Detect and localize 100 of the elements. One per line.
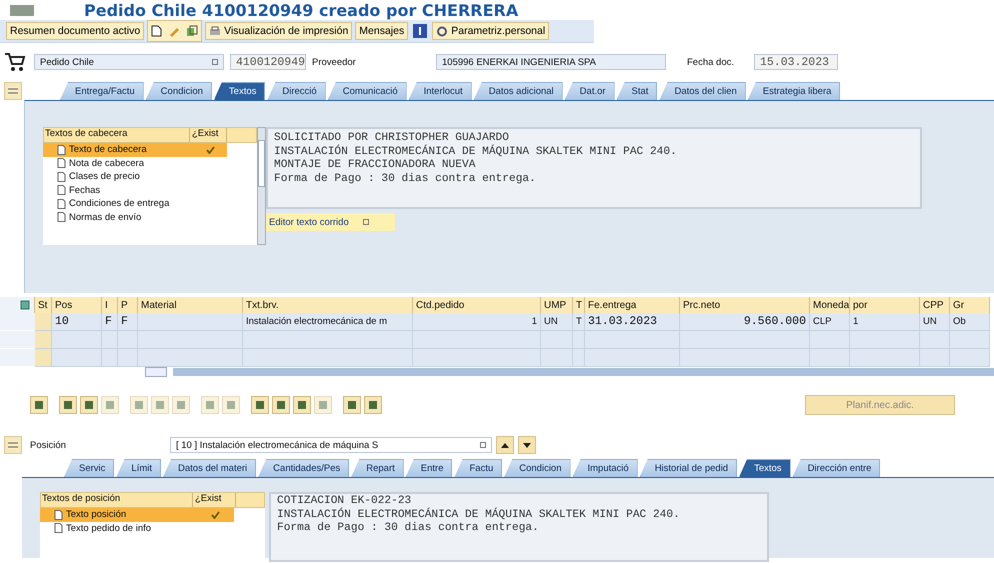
tab[interactable]: Condicion xyxy=(146,82,212,100)
column-header[interactable]: CPP xyxy=(920,297,950,313)
tab[interactable]: Dat.or xyxy=(564,82,615,100)
tab[interactable]: Textos xyxy=(739,459,791,477)
tab[interactable]: Imputació xyxy=(572,459,638,477)
tab[interactable]: Datos del materi xyxy=(163,459,256,477)
cart-icon xyxy=(4,52,26,72)
text-type-item[interactable]: Condiciones de entrega xyxy=(43,197,257,210)
column-header[interactable]: Material xyxy=(138,297,243,313)
vendor-field[interactable]: 105996 ENERKAI INGENIERIA SPA xyxy=(436,54,666,70)
tab[interactable]: Historial de pedid xyxy=(640,459,738,477)
print-preview-button[interactable]: Visualización de impresión xyxy=(205,22,352,40)
document-icon xyxy=(57,198,66,209)
window-title: Pedido Chile 4100120949 creado por CHERRERA xyxy=(84,0,518,20)
date-label: Fecha doc. xyxy=(687,56,734,68)
text-type-item[interactable]: Texto pedido de info xyxy=(40,522,265,535)
table-cell: F xyxy=(118,313,138,331)
collapse-button[interactable] xyxy=(4,82,22,100)
column-header: Textos de posición xyxy=(41,493,193,507)
toolbar-icon[interactable] xyxy=(293,396,311,414)
window-icon xyxy=(10,4,34,16)
tab[interactable]: Repart xyxy=(351,459,404,477)
previous-item-button[interactable] xyxy=(496,436,514,454)
document-icon xyxy=(54,510,63,520)
table-cell: 31.03.2023 xyxy=(585,313,680,331)
document-icon xyxy=(57,172,66,182)
scroll-buttons[interactable] xyxy=(145,367,167,377)
toolbar-button[interactable]: Resumen documento activo xyxy=(6,22,144,40)
lines-icon xyxy=(8,88,18,94)
column-header[interactable]: Txt.brv. xyxy=(243,297,413,313)
column-header[interactable]: Moneda xyxy=(810,297,850,313)
tab[interactable]: Límit xyxy=(116,459,161,477)
pen-icon[interactable] xyxy=(168,25,180,37)
tab[interactable]: Factu xyxy=(454,459,502,477)
personal-settings-button[interactable]: Parametriz.personal xyxy=(432,22,550,40)
tab[interactable]: Entre xyxy=(406,459,452,477)
toolbar-button[interactable]: Mensajes xyxy=(355,22,408,40)
toolbar-icon[interactable] xyxy=(272,396,290,414)
column-header[interactable]: UMP xyxy=(541,297,573,313)
tab[interactable]: Comunicació xyxy=(328,82,407,100)
column-header: ¿Exist xyxy=(193,493,236,507)
column-header[interactable]: I xyxy=(102,297,118,313)
table-cell: Instalación electromecánica de m xyxy=(243,313,413,331)
column-header[interactable]: St xyxy=(35,297,52,313)
tab[interactable]: Dirección entre xyxy=(792,459,880,477)
tab[interactable]: Textos xyxy=(214,82,266,100)
tab[interactable]: Stat xyxy=(616,82,658,100)
toolbar-icon[interactable] xyxy=(364,396,382,414)
tab[interactable]: Interlocut xyxy=(408,82,472,100)
toolbar-icon[interactable] xyxy=(30,396,48,414)
column-header: Textos de cabecera xyxy=(44,128,190,142)
column-header[interactable]: Gr xyxy=(950,297,990,313)
column-header[interactable]: Fe.entrega xyxy=(585,297,680,313)
document-type-field[interactable]: Pedido Chile xyxy=(34,54,224,70)
column-header[interactable]: Pos xyxy=(52,297,102,313)
grid-settings-icon[interactable] xyxy=(20,300,30,310)
collapse-button[interactable] xyxy=(4,436,22,454)
documents-icon[interactable] xyxy=(186,25,198,37)
date-field: 15.03.2023 xyxy=(754,54,838,70)
column-header[interactable]: Ctd.pedido xyxy=(413,297,541,313)
column-header[interactable]: por xyxy=(850,297,920,313)
toolbar-icon[interactable] xyxy=(59,396,77,414)
document-icon xyxy=(54,523,63,534)
text-type-item[interactable]: Texto posición xyxy=(40,508,234,522)
toolbar-icon[interactable] xyxy=(80,396,98,414)
text-type-item[interactable]: Clases de precio xyxy=(43,170,257,184)
next-item-button[interactable] xyxy=(518,436,536,454)
tab[interactable]: Servic xyxy=(64,459,114,477)
new-document-icon[interactable] xyxy=(151,25,162,37)
dropdown-icon[interactable] xyxy=(480,442,486,448)
table-cell: 10 xyxy=(52,313,102,331)
settings-icon xyxy=(436,26,448,36)
column-header[interactable]: P xyxy=(118,297,138,313)
table-cell: F xyxy=(102,313,118,331)
document-icon xyxy=(57,185,66,196)
tab[interactable]: Condicion xyxy=(504,459,570,477)
position-dropdown[interactable]: [ 10 ] Instalación electromecánica de máquina S xyxy=(170,437,492,453)
tab[interactable]: Datos adicional xyxy=(474,82,563,100)
column-header[interactable]: Prc.neto xyxy=(680,297,810,313)
document-icon xyxy=(57,212,66,222)
text-editor[interactable]: SOLICITADO POR CHRISTOPHER GUAJARDO INSTALACIÓN ELECTROMECÁNICA DE MÁQUINA SKALTEK MINI PAC 240. MONTAJE DE FRACCIONADORA NUEVA Forma de Pago : 30 dias contra entrega. xyxy=(266,127,922,209)
text-type-item[interactable]: Normas de envío xyxy=(43,210,257,224)
tab[interactable]: Direcció xyxy=(267,82,326,100)
text-type-item[interactable]: Fechas xyxy=(43,184,257,197)
toolbar-icon[interactable] xyxy=(343,396,361,414)
tab[interactable]: Cantidades/Pes xyxy=(258,459,350,477)
dropdown-icon[interactable] xyxy=(212,59,218,65)
up-arrow-icon xyxy=(501,442,509,448)
info-icon[interactable] xyxy=(413,24,428,38)
tab[interactable]: Estrategia libera xyxy=(748,82,840,100)
dropdown-icon[interactable] xyxy=(362,219,369,225)
text-type-item[interactable]: Nota de cabecera xyxy=(43,156,257,170)
tab[interactable]: Entrega/Factu xyxy=(60,82,144,100)
text-type-item[interactable]: Texto de cabecera xyxy=(43,143,227,156)
tab[interactable]: Datos del clien xyxy=(659,82,746,100)
toolbar-icon[interactable] xyxy=(251,396,269,414)
column-header[interactable]: T xyxy=(573,297,585,313)
order-number-field: 4100120949 xyxy=(230,54,306,70)
table-cell: 1 xyxy=(850,313,920,331)
text-editor[interactable]: COTIZACION EK-022-23 INSTALACIÓN ELECTROMECÁNICA DE MÁQUINA SKALTEK MINI PAC 240. Forma de Pago : 30 dias contra entrega. xyxy=(269,492,769,562)
